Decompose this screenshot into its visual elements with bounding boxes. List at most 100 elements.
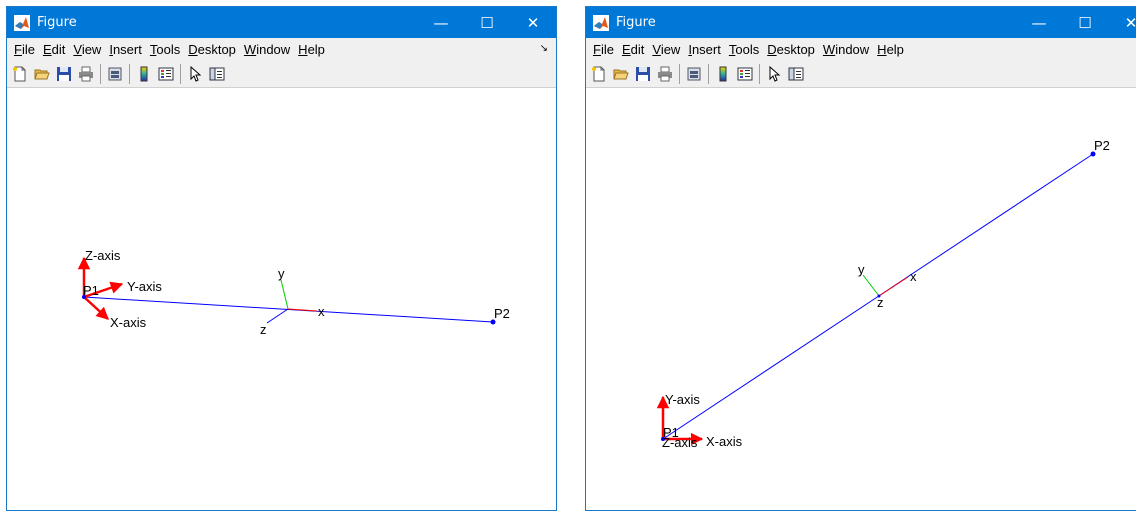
close-button[interactable]: ✕	[1108, 7, 1136, 38]
menu-insert[interactable]: Insert	[684, 42, 725, 57]
menu-view[interactable]: View	[648, 42, 684, 57]
local-y-label: y	[858, 262, 865, 277]
menu-label: iew	[81, 41, 102, 57]
print-preview-icon[interactable]	[104, 63, 126, 85]
plot-canvas[interactable]: Z-axis Y-axis P1 X-axis y x z P2	[7, 88, 556, 510]
close-button[interactable]: ✕	[510, 7, 556, 38]
menu-bar: File Edit View Insert Tools Desktop Wind…	[586, 38, 1136, 60]
menu-label: elp	[307, 41, 325, 57]
y-axis-label: Y-axis	[127, 279, 162, 294]
menu-mnemonic: W	[822, 41, 836, 57]
plot-canvas[interactable]: Y-axis P1 Z-axis X-axis y x z P2	[586, 88, 1136, 510]
menu-label: ools	[735, 41, 760, 57]
menu-label: indow	[835, 41, 870, 57]
x-axis-label: X-axis	[110, 315, 147, 330]
menu-window[interactable]: Window	[819, 42, 873, 57]
menu-tools[interactable]: Tools	[725, 42, 763, 57]
local-x-line	[878, 276, 909, 297]
menu-view[interactable]: View	[69, 42, 105, 57]
toolbar-separator	[679, 63, 680, 84]
menu-help[interactable]: Help	[873, 42, 908, 57]
menu-label: esktop	[776, 41, 815, 57]
title-bar[interactable]: Figure — ☐ ✕	[586, 7, 1136, 38]
new-figure-icon[interactable]	[9, 63, 31, 85]
save-icon[interactable]	[53, 63, 75, 85]
menu-label: dit	[630, 41, 645, 57]
menu-edit[interactable]: Edit	[618, 42, 648, 57]
save-icon[interactable]	[632, 63, 654, 85]
toolbar-separator	[708, 63, 709, 84]
maximize-button[interactable]: ☐	[464, 7, 510, 38]
colorbar-icon[interactable]	[712, 63, 734, 85]
menu-desktop[interactable]: Desktop	[763, 42, 819, 57]
minimize-button[interactable]: —	[1016, 7, 1062, 38]
open-file-icon[interactable]	[610, 63, 632, 85]
menu-mnemonic: V	[652, 41, 661, 57]
menu-mnemonic: D	[767, 41, 777, 57]
menu-edit[interactable]: Edit	[39, 42, 69, 57]
menu-label: indow	[256, 41, 291, 57]
minimize-button[interactable]: —	[418, 7, 464, 38]
menu-label: nsert	[691, 41, 721, 57]
p2-label: P2	[1094, 138, 1110, 153]
p2-label: P2	[494, 306, 510, 321]
pointer-icon[interactable]	[763, 63, 785, 85]
property-inspector-icon[interactable]	[206, 63, 228, 85]
menu-file[interactable]: File	[10, 42, 39, 57]
property-inspector-icon[interactable]	[785, 63, 807, 85]
matlab-logo-icon	[593, 14, 609, 31]
pointer-icon[interactable]	[184, 63, 206, 85]
menu-file[interactable]: File	[589, 42, 618, 57]
toolbar-separator	[100, 63, 101, 84]
x-axis-label: X-axis	[706, 434, 743, 449]
print-preview-icon[interactable]	[683, 63, 705, 85]
menu-tools[interactable]: Tools	[146, 42, 184, 57]
menu-mnemonic: H	[298, 41, 308, 57]
menu-desktop[interactable]: Desktop	[184, 42, 240, 57]
menu-label: ools	[156, 41, 181, 57]
toolbar-separator	[180, 63, 181, 84]
z-axis-label: Z-axis	[85, 248, 121, 263]
local-x-label: x	[318, 304, 325, 319]
open-file-icon[interactable]	[31, 63, 53, 85]
print-icon[interactable]	[75, 63, 97, 85]
z-axis-label: Z-axis	[662, 435, 698, 450]
menu-window[interactable]: Window	[240, 42, 294, 57]
maximize-button[interactable]: ☐	[1062, 7, 1108, 38]
local-y-line	[280, 279, 289, 310]
legend-icon[interactable]	[734, 63, 756, 85]
menu-label: nsert	[112, 41, 142, 57]
local-z-label: z	[877, 295, 884, 310]
figure-window-2: Figure — ☐ ✕ File Edit View Insert Tools…	[585, 6, 1136, 511]
window-title: Figure	[616, 15, 656, 30]
print-icon[interactable]	[654, 63, 676, 85]
new-figure-icon[interactable]	[588, 63, 610, 85]
legend-icon[interactable]	[155, 63, 177, 85]
colorbar-icon[interactable]	[133, 63, 155, 85]
toolbar-separator	[129, 63, 130, 84]
menu-label: esktop	[197, 41, 236, 57]
menu-mnemonic: W	[243, 41, 257, 57]
local-y-label: y	[278, 266, 285, 281]
menu-label: iew	[660, 41, 681, 57]
matlab-logo-icon	[14, 14, 30, 31]
menu-insert[interactable]: Insert	[105, 42, 146, 57]
menu-mnemonic: E	[42, 41, 52, 57]
title-bar[interactable]: Figure — ☐ ✕	[7, 7, 556, 38]
menu-mnemonic: V	[73, 41, 82, 57]
menu-mnemonic: F	[14, 41, 22, 57]
figure-toolbar	[7, 60, 556, 88]
plot-area: Z-axis Y-axis P1 X-axis y x z P2	[77, 248, 510, 337]
menu-mnemonic: D	[188, 41, 198, 57]
dock-figure-icon[interactable]: ↘	[540, 43, 548, 54]
menu-label: ile	[600, 41, 614, 57]
local-z-line	[266, 308, 289, 324]
menu-mnemonic: F	[593, 41, 601, 57]
menu-label: ile	[21, 41, 35, 57]
local-x-label: x	[910, 269, 917, 284]
menu-help[interactable]: Help	[294, 42, 329, 57]
p1-label: P1	[83, 283, 99, 298]
menu-label: dit	[51, 41, 66, 57]
menu-mnemonic: H	[877, 41, 887, 57]
menu-label: elp	[886, 41, 904, 57]
